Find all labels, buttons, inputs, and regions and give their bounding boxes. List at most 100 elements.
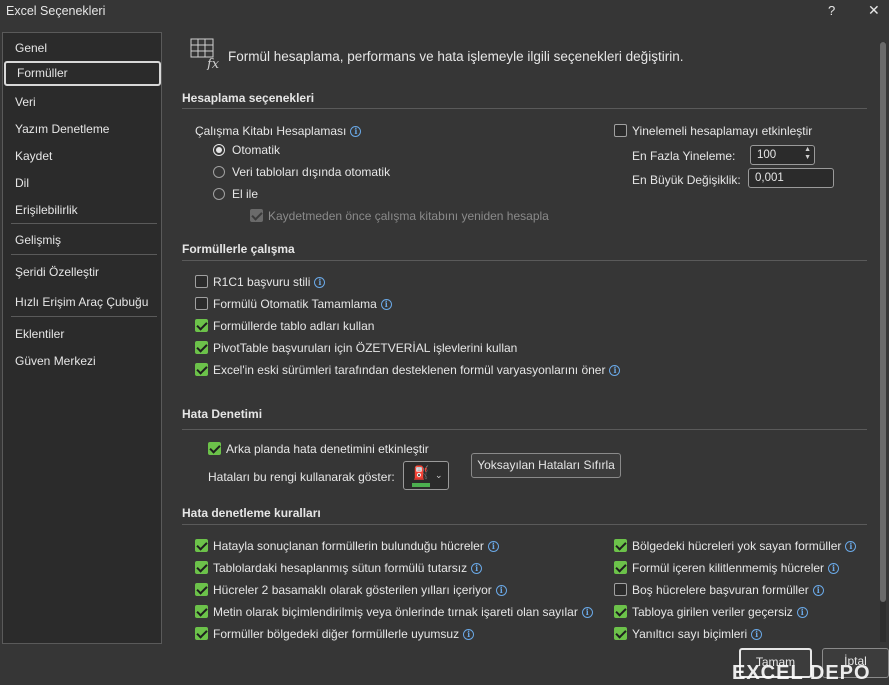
radio-icon-on <box>213 144 225 156</box>
error-color-swatch <box>412 483 430 487</box>
info-icon: i <box>314 277 326 288</box>
max-change-input[interactable]: 0,001 <box>748 168 834 188</box>
checkbox-icon <box>195 275 208 288</box>
section-title-rules: Hata denetleme kuralları <box>182 506 321 520</box>
options-content: fx Formül hesaplama, performans ve hata … <box>170 32 889 685</box>
getpivotdata-checkbox[interactable]: PivotTable başvuruları için ÖZETVERİAL i… <box>195 341 517 355</box>
checkbox-checked-icon <box>195 561 208 574</box>
r1c1-checkbox[interactable]: R1C1 başvuru stili i <box>195 275 326 289</box>
radio-manual[interactable]: El ile <box>213 187 258 201</box>
radio-icon <box>213 166 225 178</box>
sidebar-item-guven-merkezi[interactable]: Güven Merkezi <box>15 354 96 368</box>
checkbox-checked-icon <box>195 319 208 332</box>
rule-misleading-formats-checkbox[interactable]: Yanıltıcı sayı biçimleri i <box>614 627 763 641</box>
rule-unlocked-cells-checkbox[interactable]: Formül içeren kilitlenmemiş hücreler i <box>614 561 840 575</box>
rule-inconsistent-column-checkbox[interactable]: Tablolardaki hesaplanmış sütun formülü t… <box>195 561 483 575</box>
sidebar-item-erisilebilirlik[interactable]: Erişilebilirlik <box>15 203 78 217</box>
formula-variants-checkbox[interactable]: Excel'in eski sürümleri tarafından deste… <box>195 363 621 377</box>
checkbox-checked-icon <box>614 627 627 640</box>
info-icon: i <box>812 585 824 596</box>
info-icon: i <box>471 563 483 574</box>
rule-two-digit-years-checkbox[interactable]: Hücreler 2 basamaklı olarak gösterilen y… <box>195 583 507 597</box>
paint-bucket-icon: ⛽ <box>413 465 430 480</box>
spinner-arrows-icon[interactable]: ▲ ▼ <box>804 146 811 162</box>
workbook-calc-label: Çalışma Kitabı Hesaplaması i <box>195 124 362 138</box>
checkbox-icon <box>250 209 263 222</box>
rule-empty-cells-checkbox[interactable]: Boş hücrelere başvuran formüller i <box>614 583 824 597</box>
autocomplete-checkbox[interactable]: Formülü Otomatik Tamamlama i <box>195 297 392 311</box>
info-icon: i <box>350 126 362 137</box>
svg-text:fx: fx <box>206 57 220 70</box>
checkbox-checked-icon <box>208 442 221 455</box>
formula-sheet-icon: fx <box>190 38 220 70</box>
checkbox-icon <box>614 583 627 596</box>
info-icon: i <box>463 629 475 640</box>
checkbox-checked-icon <box>195 605 208 618</box>
sidebar-item-genel[interactable]: Genel <box>15 41 47 55</box>
checkbox-icon <box>195 297 208 310</box>
sidebar-divider <box>11 316 157 317</box>
section-divider <box>182 429 867 430</box>
sidebar-item-formuller[interactable]: Formüller <box>4 61 161 86</box>
checkbox-checked-icon <box>614 539 627 552</box>
info-icon: i <box>581 607 593 618</box>
checkbox-icon <box>614 124 627 137</box>
section-divider <box>182 108 867 109</box>
title-bar: Excel Seçenekleri ? ✕ <box>0 0 889 22</box>
close-button[interactable]: ✕ <box>868 2 880 19</box>
rule-numbers-as-text-checkbox[interactable]: Metin olarak biçimlendirilmiş veya önler… <box>195 605 593 619</box>
window-title: Excel Seçenekleri <box>6 4 106 18</box>
chevron-down-icon: ⌄ <box>435 470 443 480</box>
help-button[interactable]: ? <box>828 3 835 18</box>
section-title-calc: Hesaplama seçenekleri <box>182 91 315 105</box>
checkbox-checked-icon <box>195 539 208 552</box>
sidebar-item-yazim-denetleme[interactable]: Yazım Denetleme <box>15 122 109 136</box>
section-title-working: Formüllerle çalışma <box>182 242 295 256</box>
max-iterations-input[interactable]: 100 ▲ ▼ <box>750 145 815 165</box>
info-icon: i <box>845 541 857 552</box>
info-icon: i <box>380 299 392 310</box>
scrollbar-thumb[interactable] <box>880 42 886 602</box>
sidebar-item-eklentiler[interactable]: Eklentiler <box>15 327 64 341</box>
sidebar-divider <box>11 254 157 255</box>
checkbox-checked-icon <box>614 561 627 574</box>
watermark-text: EXCEL DEPO <box>732 662 871 684</box>
checkbox-checked-icon <box>614 605 627 618</box>
recalc-before-save-checkbox[interactable]: Kaydetmeden önce çalışma kitabını yenide… <box>250 209 549 223</box>
info-icon: i <box>609 365 621 376</box>
info-icon: i <box>495 585 507 596</box>
radio-icon <box>213 188 225 200</box>
reset-ignored-errors-button[interactable]: Yoksayılan Hataları Sıfırla <box>471 453 621 478</box>
radio-auto-except-tables[interactable]: Veri tabloları dışında otomatik <box>213 165 390 179</box>
sidebar-item-seridi-ozellestir[interactable]: Şeridi Özelleştir <box>15 265 99 279</box>
page-header: Formül hesaplama, performans ve hata işl… <box>228 49 684 64</box>
rule-omit-cells-checkbox[interactable]: Bölgedeki hücreleri yok sayan formüller i <box>614 539 857 553</box>
section-title-errors: Hata Denetimi <box>182 407 263 421</box>
info-icon: i <box>796 607 808 618</box>
scrollbar-track[interactable] <box>880 42 886 642</box>
sidebar-item-kaydet[interactable]: Kaydet <box>15 149 52 163</box>
rule-error-cells-checkbox[interactable]: Hatayla sonuçlanan formüllerin bulunduğu… <box>195 539 499 553</box>
iterative-calc-checkbox[interactable]: Yinelemeli hesaplamayı etkinleştir <box>614 124 812 138</box>
table-names-checkbox[interactable]: Formüllerde tablo adları kullan <box>195 319 374 333</box>
max-change-label: En Büyük Değişiklik: <box>632 173 741 187</box>
section-divider <box>182 524 867 525</box>
sidebar-item-dil[interactable]: Dil <box>15 176 29 190</box>
background-error-checkbox[interactable]: Arka planda hata denetimini etkinleştir <box>208 442 429 456</box>
error-color-label: Hataları bu rengi kullanarak göster: <box>208 470 395 484</box>
checkbox-checked-icon <box>195 627 208 640</box>
rule-inconsistent-formulas-checkbox[interactable]: Formüller bölgedeki diğer formüllerle uy… <box>195 627 475 641</box>
checkbox-checked-icon <box>195 363 208 376</box>
rule-invalid-table-data-checkbox[interactable]: Tabloya girilen veriler geçersiz i <box>614 605 808 619</box>
max-iterations-label: En Fazla Yineleme: <box>632 149 736 163</box>
sidebar-item-hizli-erisim[interactable]: Hızlı Erişim Araç Çubuğu <box>15 295 148 309</box>
radio-automatic[interactable]: Otomatik <box>213 143 280 157</box>
sidebar-divider <box>11 223 157 224</box>
info-icon: i <box>828 563 840 574</box>
section-divider <box>182 260 867 261</box>
info-icon: i <box>487 541 499 552</box>
sidebar-item-gelismis[interactable]: Gelişmiş <box>15 233 61 247</box>
sidebar-item-veri[interactable]: Veri <box>15 95 36 109</box>
error-color-picker[interactable]: ⛽ ⌄ <box>403 461 449 490</box>
sidebar: Genel Formüller Veri Yazım Denetleme Kay… <box>2 32 162 644</box>
